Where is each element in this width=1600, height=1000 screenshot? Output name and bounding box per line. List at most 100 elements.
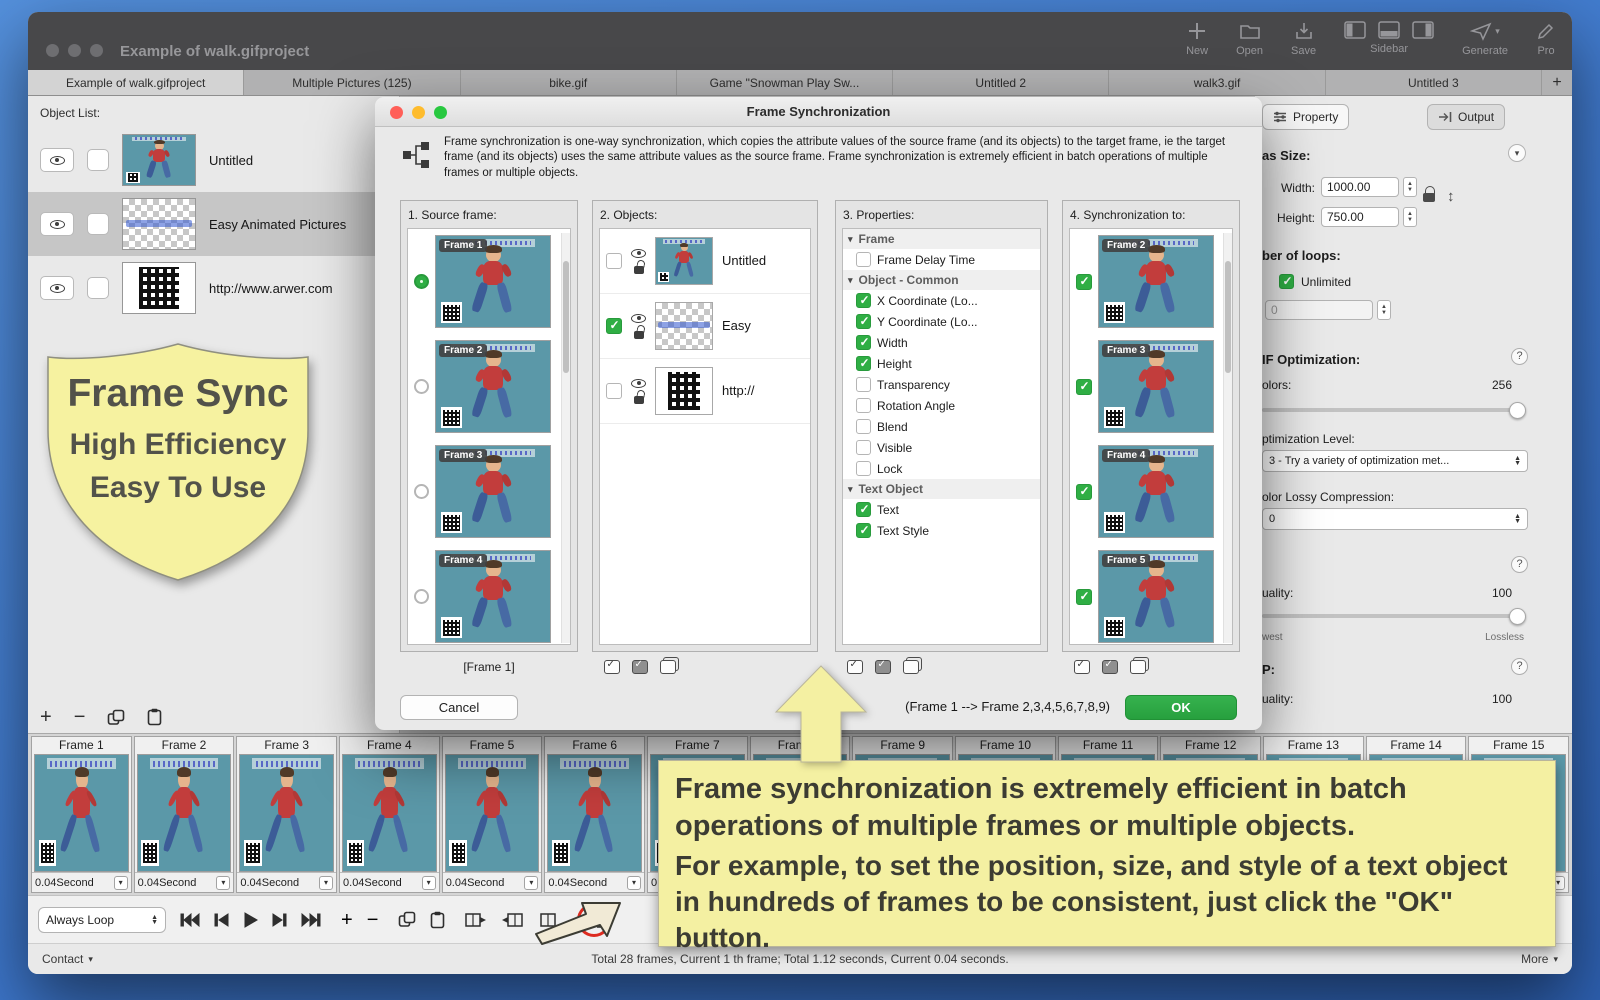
frame-duration-control[interactable]: 0.04Second ▾ [443,872,542,892]
sync-checkbox[interactable] [1076,274,1092,290]
cancel-button[interactable]: Cancel [400,695,518,720]
property-checkbox[interactable] [856,252,871,267]
property-checkbox[interactable] [856,293,871,308]
zoom-icon[interactable] [434,106,447,119]
minimize-icon[interactable] [68,44,81,57]
invert-selection-icon[interactable] [1102,660,1118,674]
previous-frame-button[interactable] [214,913,229,927]
chevron-down-icon[interactable]: ▾ [319,876,333,890]
sync-frame-option[interactable]: Frame 4 [1070,439,1232,544]
minimize-icon[interactable] [412,106,425,119]
disclosure-triangle-icon[interactable]: ▾ [848,484,853,495]
property-row[interactable]: ▾ Rotation Angle [843,395,1040,416]
document-tab[interactable]: Multiple Pictures (125) [244,70,460,95]
close-icon[interactable] [46,44,59,57]
disclosure-triangle-icon[interactable]: ▾ [848,275,853,286]
sync-frame-option[interactable]: Frame 3 [1070,334,1232,439]
paste-frame-icon[interactable] [430,911,445,929]
contact-button[interactable]: Contact ▾ [42,952,93,966]
width-stepper[interactable]: ▲▼ [1403,177,1417,197]
eye-icon[interactable] [631,379,646,388]
paste-icon[interactable] [147,708,162,726]
remove-frame-button[interactable]: − [367,911,379,929]
bottom-panel-icon[interactable] [1378,21,1400,39]
eye-icon[interactable] [631,314,646,323]
lock-icon[interactable] [634,331,644,339]
disclosure-triangle-icon[interactable]: ▾ [848,234,853,245]
sync-checkbox[interactable] [1076,589,1092,605]
skip-end-button[interactable] [301,913,321,927]
right-panel-icon[interactable] [1412,21,1434,39]
timeline-frame[interactable]: Frame 1 0.04Second ▾ [31,736,132,893]
select-all-icon[interactable] [1074,660,1090,674]
copy-icon[interactable] [107,709,125,726]
pro-button[interactable]: Pro [1536,21,1556,57]
property-checkbox[interactable] [856,523,871,538]
width-input[interactable] [1321,177,1399,197]
chevron-down-icon[interactable]: ▾ [114,876,128,890]
source-frame-option[interactable]: Frame 1 [408,229,570,334]
colors-slider[interactable] [1262,408,1524,412]
property-row[interactable]: ▾ Width [843,332,1040,353]
help-icon[interactable]: ? [1511,348,1528,365]
document-tab[interactable]: Game "Snowman Play Sw... [677,70,893,95]
loops-stepper[interactable]: ▲▼ [1377,300,1391,320]
object-checkbox[interactable] [87,149,109,171]
property-checkbox[interactable] [856,356,871,371]
sync-checkbox[interactable] [1076,484,1092,500]
help-icon[interactable]: ? [1511,658,1528,675]
left-panel-icon[interactable] [1344,21,1366,39]
next-frame-button[interactable] [272,913,287,927]
frame-duration-control[interactable]: 0.04Second ▾ [32,872,131,892]
property-checkbox[interactable] [856,335,871,350]
property-checkbox[interactable] [856,419,871,434]
insert-frame-before-icon[interactable] [465,912,487,928]
object-checkbox[interactable] [87,213,109,235]
frame-duration-control[interactable]: 0.04Second ▾ [545,872,644,892]
timeline-frame[interactable]: Frame 3 0.04Second ▾ [236,736,337,893]
property-row[interactable]: ▾ Frame Delay Time [843,249,1040,270]
source-radio[interactable] [414,484,429,499]
help-icon[interactable]: ? [1511,556,1528,573]
object-row[interactable]: Easy Animated Pictures [28,192,399,256]
tab-property[interactable]: Property [1262,104,1349,130]
sync-frame-option[interactable]: Frame 2 [1070,229,1232,334]
swap-dimensions-icon[interactable]: ↕ [1447,188,1455,205]
chevron-down-icon[interactable]: ▾ [524,876,538,890]
add-object-button[interactable]: + [40,708,52,726]
height-input[interactable] [1321,207,1399,227]
property-row[interactable]: ▾ Blend [843,416,1040,437]
height-stepper[interactable]: ▲▼ [1403,207,1417,227]
lock-aspect-icon[interactable] [1423,193,1435,202]
property-checkbox[interactable] [856,502,871,517]
timeline-frame[interactable]: Frame 2 0.04Second ▾ [134,736,235,893]
sync-frame-option[interactable]: Frame 5 [1070,544,1232,645]
lossy-select[interactable]: 0 ▲▼ [1262,508,1528,530]
property-row[interactable]: ▾ Text Style [843,520,1040,541]
scrollbar[interactable] [561,233,570,643]
copy-frame-icon[interactable] [398,911,416,928]
chevron-down-icon[interactable]: ▾ [216,876,230,890]
frame-duration-control[interactable]: 0.04Second ▾ [237,872,336,892]
collapse-section-button[interactable]: ▾ [1508,144,1526,162]
object-row[interactable]: http://www.arwer.com [28,256,399,320]
object-checkbox[interactable] [87,277,109,299]
ok-button[interactable]: OK [1125,695,1237,720]
visibility-button[interactable] [40,148,74,172]
document-tab[interactable]: walk3.gif [1109,70,1325,95]
property-row[interactable]: ▾ Text [843,499,1040,520]
property-row[interactable]: ▾ Transparency [843,374,1040,395]
object-checkbox[interactable] [606,253,622,269]
property-checkbox[interactable] [856,440,871,455]
source-radio[interactable] [414,589,429,604]
copy-selection-icon[interactable] [903,660,919,674]
add-frame-button[interactable]: + [341,911,353,929]
invert-selection-icon[interactable] [632,660,648,674]
add-tab-button[interactable]: + [1542,70,1572,95]
scrollbar[interactable] [1223,233,1232,643]
property-checkbox[interactable] [856,461,871,476]
open-button[interactable]: Open [1236,21,1263,57]
object-option[interactable]: Easy [600,294,810,359]
lock-icon[interactable] [634,396,644,404]
object-checkbox[interactable] [606,318,622,334]
